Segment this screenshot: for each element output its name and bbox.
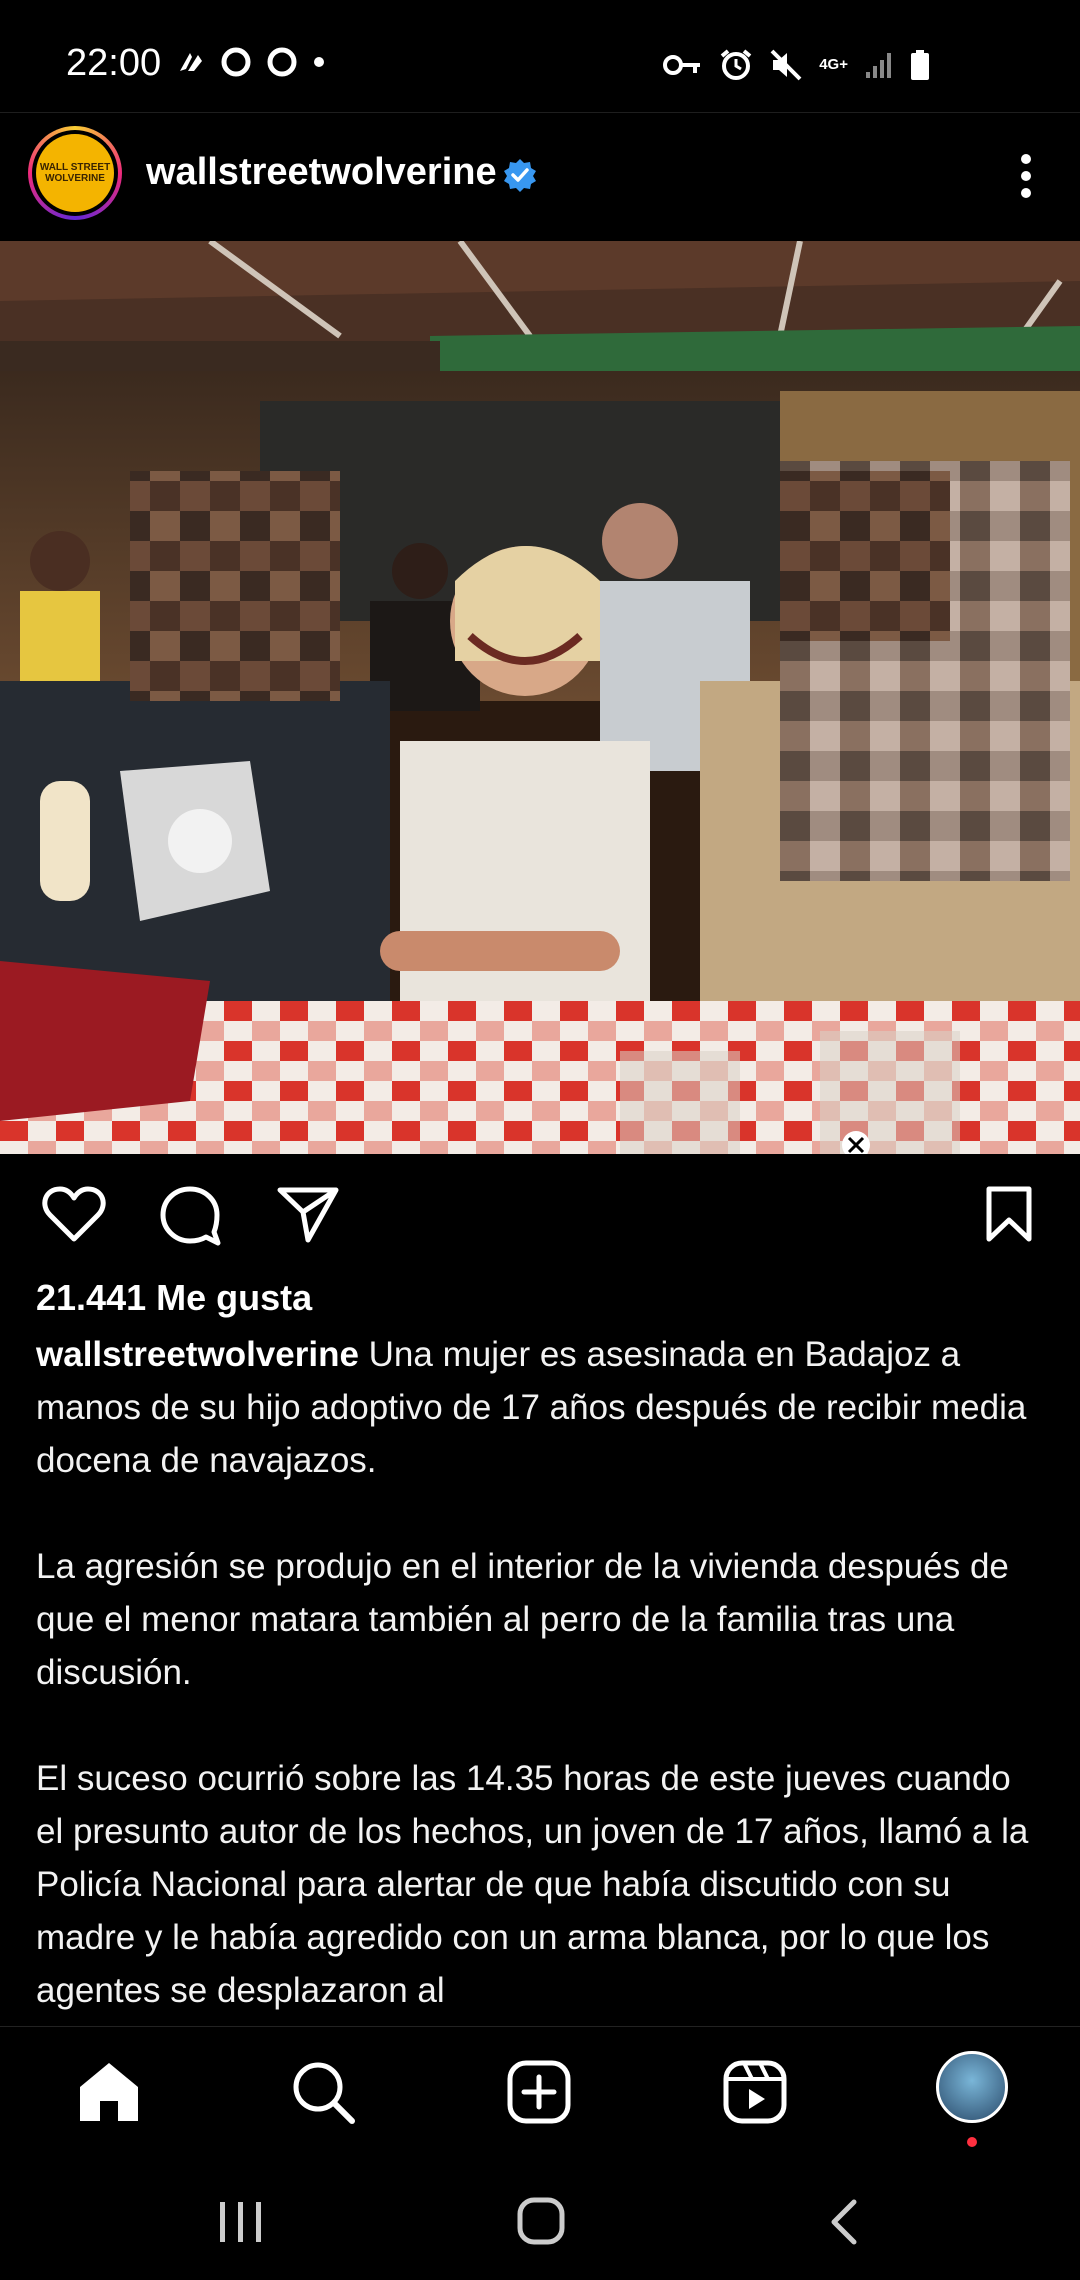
battery-icon — [911, 50, 929, 80]
back-icon[interactable] — [826, 2198, 860, 2246]
post-photo-image — [0, 241, 1080, 1154]
notification-icon — [180, 53, 202, 71]
status-bar: 22:00 4G+ — [0, 0, 1080, 112]
vpn-key-icon — [663, 55, 701, 75]
profile-avatar[interactable] — [936, 2051, 1008, 2123]
network-type-label: 4G+ — [819, 56, 848, 73]
likes-count[interactable]: 21.441 Me gusta — [36, 1277, 312, 1319]
author-username[interactable]: wallstreetwolverine — [146, 151, 497, 194]
comment-icon[interactable] — [158, 1184, 222, 1246]
heart-icon[interactable] — [42, 1184, 106, 1244]
caption-username[interactable]: wallstreetwolverine — [36, 1335, 359, 1374]
status-notification-icons — [176, 46, 326, 78]
threads-icon — [221, 47, 251, 77]
more-notifications-dot-icon — [314, 57, 324, 67]
verified-badge-icon — [504, 159, 536, 192]
system-navigation-bar — [0, 2160, 1080, 2280]
home-icon[interactable] — [74, 2059, 144, 2125]
post-photo[interactable] — [0, 241, 1080, 1154]
status-time: 22:00 — [66, 42, 162, 84]
send-icon[interactable] — [276, 1184, 340, 1244]
bookmark-icon[interactable] — [984, 1184, 1034, 1244]
recent-apps-icon[interactable] — [216, 2200, 266, 2244]
reels-icon[interactable] — [722, 2059, 788, 2125]
signal-icon — [866, 53, 891, 78]
caption-paragraph: La agresión se produjo en el interior de… — [36, 1547, 1009, 1692]
author-avatar[interactable]: WALL STREET WOLVERINE — [28, 126, 122, 220]
post-header: WALL STREET WOLVERINE wallstreetwolverine — [0, 113, 1080, 241]
alarm-icon — [720, 49, 752, 80]
more-options-icon[interactable] — [1020, 151, 1032, 201]
mute-icon — [770, 49, 802, 81]
notification-dot — [967, 2137, 977, 2147]
author-logo: WALL STREET WOLVERINE — [36, 134, 114, 212]
threads-icon — [267, 47, 297, 77]
home-button-icon[interactable] — [516, 2196, 566, 2246]
caption-paragraph: wallstreetwolverine Una mujer es asesina… — [36, 1328, 1046, 1487]
search-icon[interactable] — [290, 2059, 356, 2125]
post-actions — [0, 1154, 1080, 1274]
post-caption: wallstreetwolverine Una mujer es asesina… — [36, 1328, 1046, 2070]
caption-paragraph: El suceso ocurrió sobre las 14.35 horas … — [36, 1759, 1029, 2010]
bottom-navigation — [0, 2026, 1080, 2161]
status-system-icons: 4G+ — [663, 48, 930, 82]
create-icon[interactable] — [506, 2059, 572, 2125]
